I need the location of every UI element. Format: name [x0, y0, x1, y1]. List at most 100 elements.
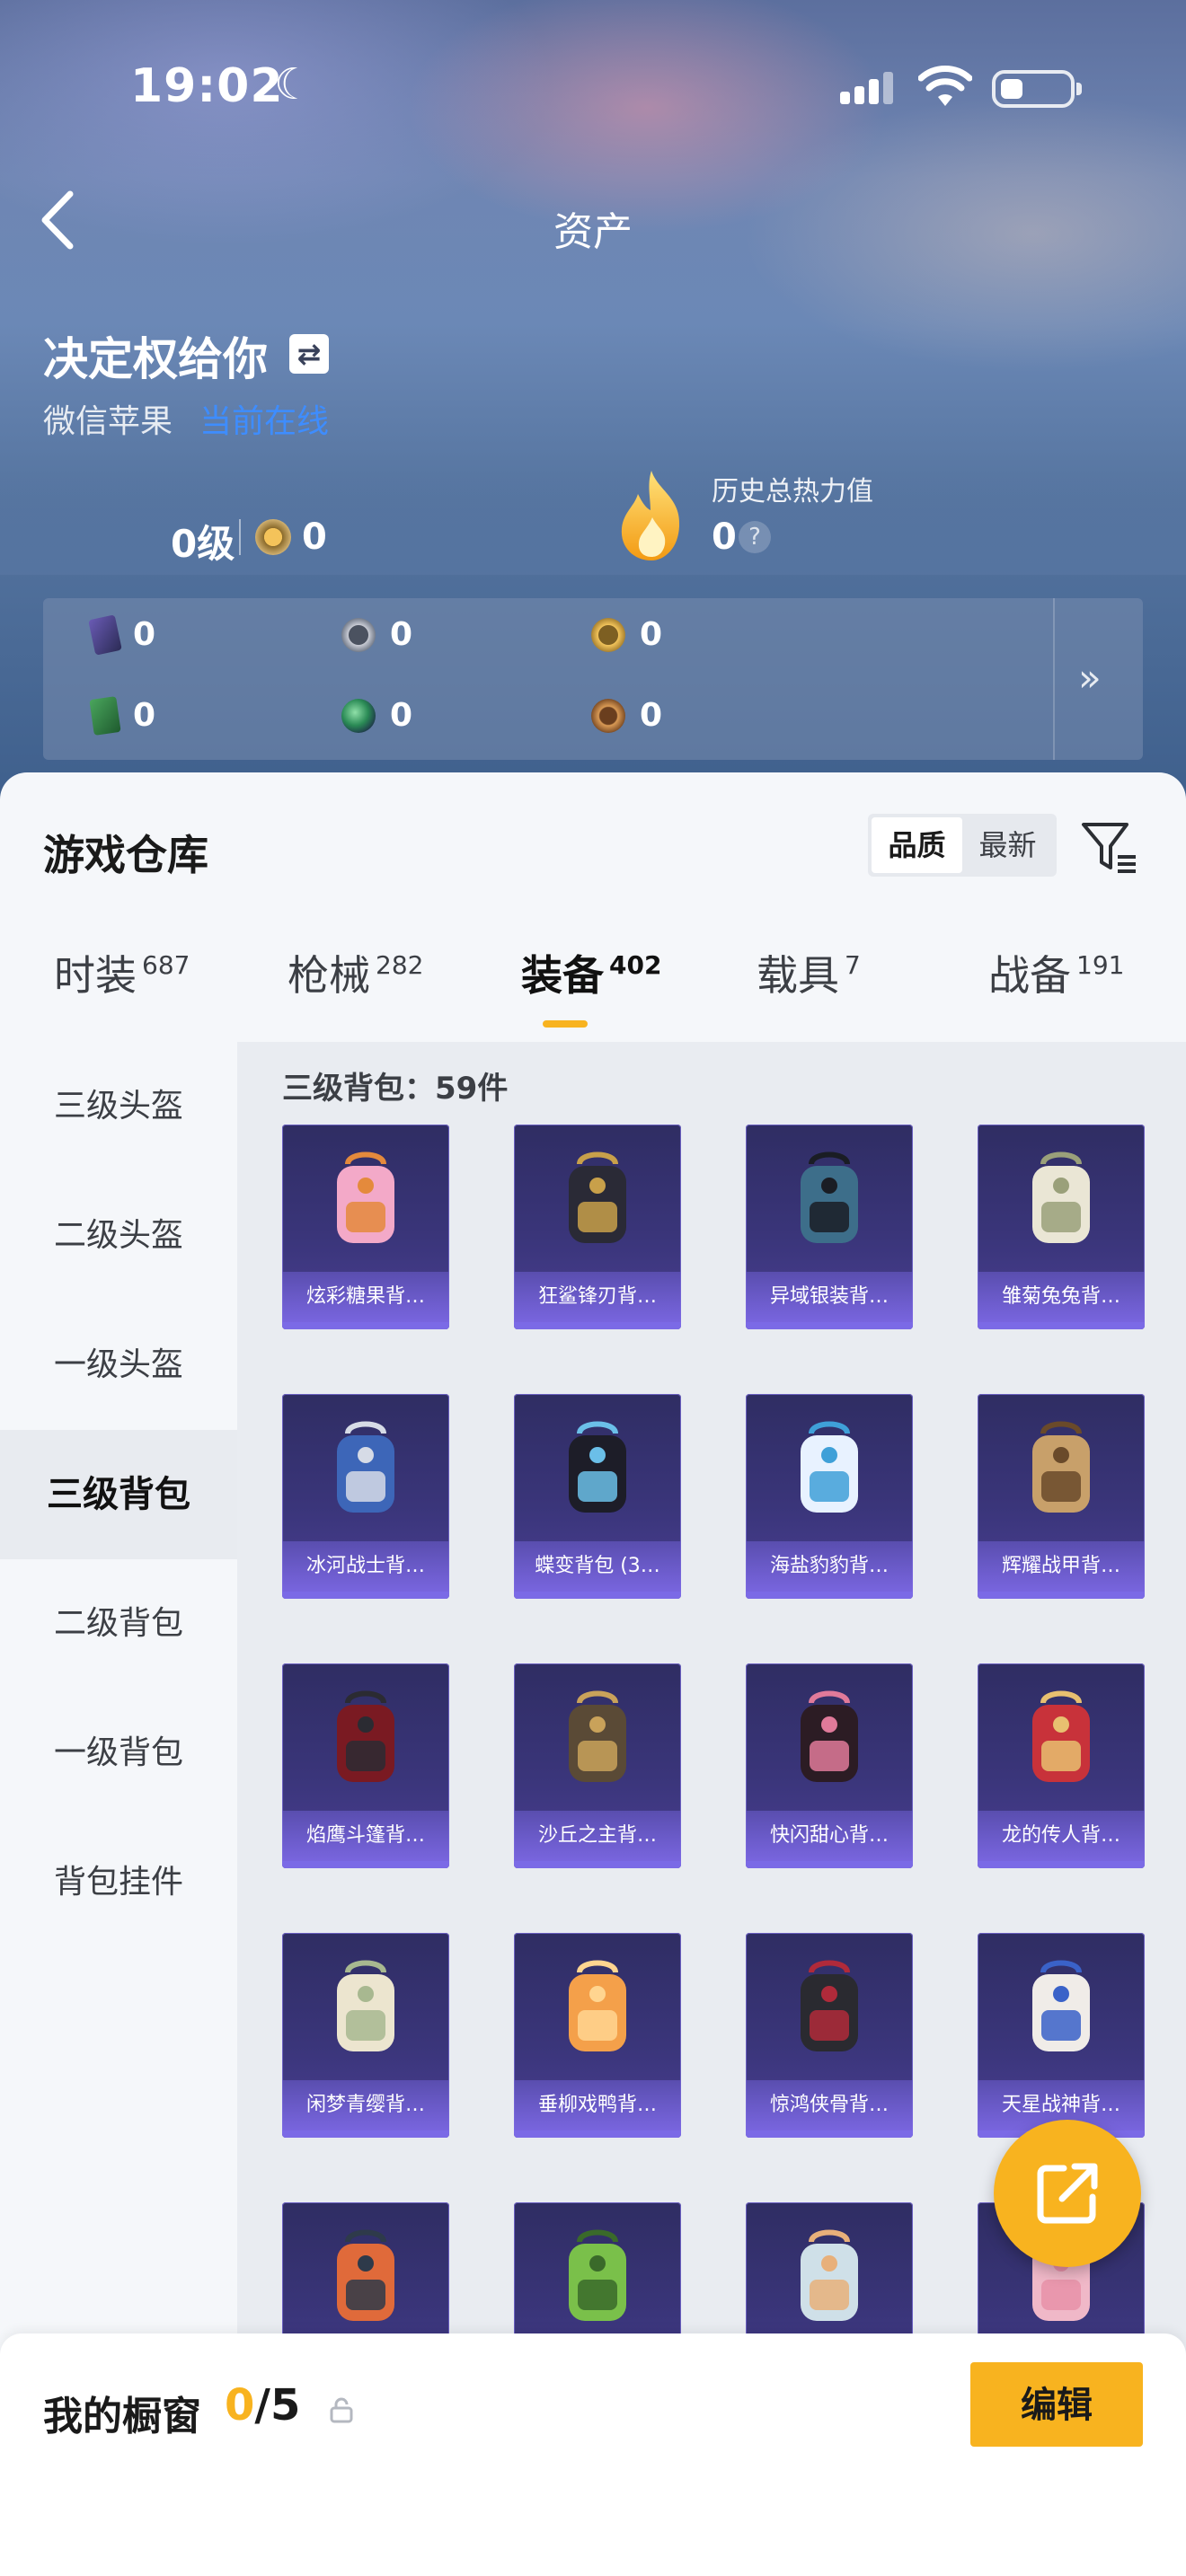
side-item-backpack-charm[interactable]: 背包挂件	[0, 1818, 237, 1947]
side-item-helmet-1[interactable]: 一级头盔	[0, 1301, 237, 1430]
backpack-image	[569, 1690, 626, 1782]
item-card[interactable]: 狂鲨锋刃背…	[514, 1125, 681, 1329]
filter-icon[interactable]	[1078, 816, 1141, 878]
tab-count: 7	[845, 950, 861, 980]
item-card[interactable]: 冰河战士背…	[282, 1394, 449, 1599]
grey-coin-icon	[341, 617, 376, 652]
currency-value: 0	[390, 697, 413, 734]
currency-value: 0	[133, 616, 156, 653]
currency-value: 0	[390, 616, 413, 653]
currency-item: 0	[341, 616, 412, 653]
item-card[interactable]: 快闪甜心背…	[746, 1663, 913, 1868]
tab-label: 时装	[54, 951, 137, 1000]
rarity-bar	[282, 1322, 449, 1329]
rarity-bar	[514, 1592, 681, 1599]
sort-option-quality[interactable]: 品质	[872, 817, 962, 873]
bronze-coin-icon	[591, 698, 625, 733]
rarity-bar	[282, 2130, 449, 2138]
item-card[interactable]: 闲梦青缨背…	[282, 1933, 449, 2138]
side-item-helmet-2[interactable]: 二级头盔	[0, 1171, 237, 1301]
item-name: 辉耀战甲背…	[978, 1541, 1145, 1592]
page-title: 资产	[553, 209, 633, 255]
item-name: 蝶变背包 (3…	[514, 1541, 681, 1592]
help-icon[interactable]: ?	[739, 521, 771, 553]
wifi-icon	[918, 66, 972, 106]
backpack-image	[801, 2229, 858, 2321]
tab-vehicles[interactable]: 载具 7	[757, 943, 861, 1002]
currency-item: 0	[89, 695, 156, 736]
item-card[interactable]: 焰鹰斗篷背…	[282, 1663, 449, 1868]
sort-option-newest[interactable]: 最新	[962, 817, 1053, 873]
currency-value: 0	[640, 616, 663, 653]
player-level: 0级	[171, 522, 235, 566]
tab-equipment[interactable]: 装备 402	[521, 943, 661, 1002]
tab-count: 191	[1076, 950, 1125, 980]
item-card[interactable]: 惊鸿侠骨背…	[746, 1933, 913, 2138]
heat-value: 0	[712, 516, 737, 558]
currency-value: 0	[133, 697, 156, 734]
tab-count: 687	[142, 950, 190, 980]
tab-firearms[interactable]: 枪械 282	[288, 943, 423, 1002]
item-card[interactable]: 龙的传人背…	[978, 1663, 1145, 1868]
category-tabs: 时装 687 枪械 282 装备 402 载具 7 战备 191	[0, 943, 1186, 1033]
item-card[interactable]: 天星战神背…	[978, 1933, 1145, 2138]
rarity-bar	[514, 1322, 681, 1329]
currency-item: 0	[591, 697, 662, 734]
battery-icon	[992, 70, 1082, 108]
item-name: 快闪甜心背…	[746, 1811, 913, 1861]
item-card[interactable]: 蝶变背包 (3…	[514, 1394, 681, 1599]
item-name: 炫彩糖果背…	[282, 1272, 449, 1322]
item-name: 冰河战士背…	[282, 1541, 449, 1592]
item-name: 垂柳戏鸭背…	[514, 2080, 681, 2130]
item-name: 狂鲨锋刃背…	[514, 1272, 681, 1322]
green-orb-icon	[341, 698, 376, 733]
side-item-backpack-2[interactable]: 二级背包	[0, 1559, 237, 1689]
section-label: 三级背包：59件	[282, 1071, 509, 1107]
rarity-bar	[978, 1861, 1145, 1868]
rank-badge-icon	[255, 519, 291, 555]
rarity-bar	[746, 2130, 913, 2138]
showcase-current: 0	[225, 2380, 255, 2430]
item-name: 闲梦青缨背…	[282, 2080, 449, 2130]
backpack-image	[801, 1421, 858, 1513]
tab-label: 装备	[521, 951, 604, 1000]
item-card[interactable]: 沙丘之主背…	[514, 1663, 681, 1868]
item-name: 雏菊兔兔背…	[978, 1272, 1145, 1322]
rarity-bar	[978, 1322, 1145, 1329]
item-card[interactable]: 海盐豹豹背…	[746, 1394, 913, 1599]
item-card[interactable]: 炫彩糖果背…	[282, 1125, 449, 1329]
backpack-image	[801, 1960, 858, 2051]
backpack-image	[569, 1421, 626, 1513]
backpack-image	[569, 1151, 626, 1243]
cellular-signal-icon	[840, 72, 896, 104]
switch-account-icon[interactable]: ⇄	[289, 334, 329, 374]
rank-value: 0	[302, 516, 327, 558]
share-button[interactable]	[994, 2120, 1141, 2267]
showcase-title: 我的橱窗	[43, 2394, 201, 2439]
lock-icon	[330, 2397, 353, 2423]
item-name: 惊鸿侠骨背…	[746, 2080, 913, 2130]
edit-button[interactable]: 编辑	[970, 2362, 1143, 2447]
tab-label: 载具	[757, 951, 839, 1000]
tab-label: 战备	[988, 951, 1071, 1000]
side-item-helmet-3[interactable]: 三级头盔	[0, 1042, 237, 1171]
rarity-bar	[282, 1861, 449, 1868]
side-item-backpack-3[interactable]: 三级背包	[0, 1430, 237, 1559]
item-name: 沙丘之主背…	[514, 1811, 681, 1861]
tab-battle-gear[interactable]: 战备 191	[988, 943, 1124, 1002]
rarity-bar	[746, 1861, 913, 1868]
item-card[interactable]: 异域银装背…	[746, 1125, 913, 1329]
status-time: 19:02	[130, 59, 284, 113]
showcase-total: /5	[254, 2380, 301, 2430]
item-card[interactable]: 辉耀战甲背…	[978, 1394, 1145, 1599]
side-item-backpack-1[interactable]: 一级背包	[0, 1689, 237, 1818]
share-icon	[1037, 2163, 1098, 2224]
showcase-count: 0/5	[225, 2380, 300, 2430]
status-bar: 19:02 ☾	[0, 52, 1186, 124]
item-card[interactable]: 垂柳戏鸭背…	[514, 1933, 681, 2138]
tab-fashion[interactable]: 时装 687	[54, 943, 190, 1002]
double-chevron-right-icon[interactable]: »	[1078, 656, 1102, 700]
item-card[interactable]: 雏菊兔兔背…	[978, 1125, 1145, 1329]
backpack-image	[801, 1151, 858, 1243]
online-status: 当前在线	[199, 403, 330, 440]
